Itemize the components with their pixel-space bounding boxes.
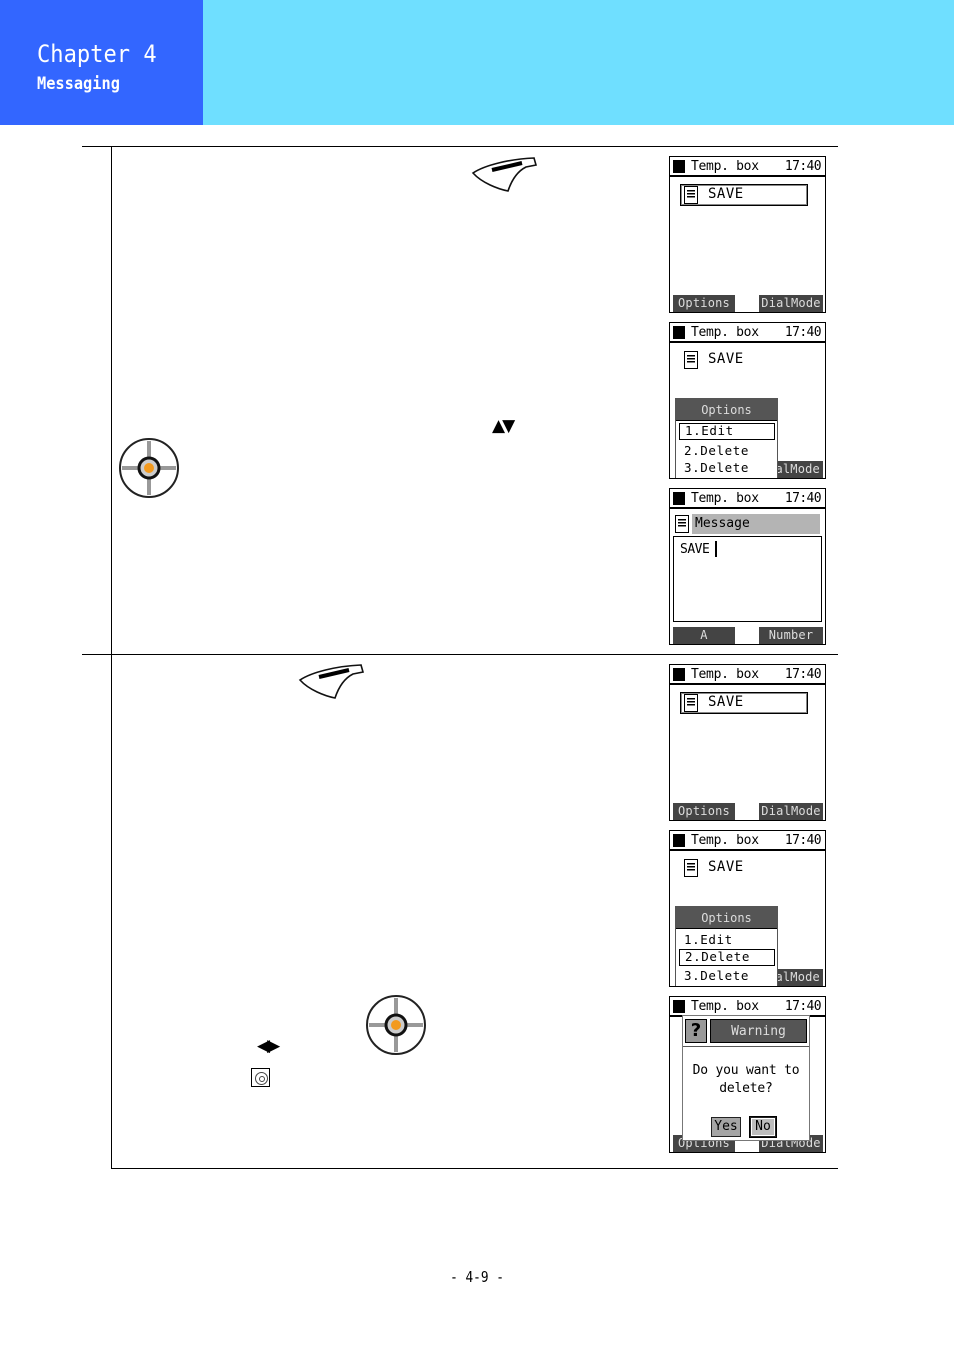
- signal-block-icon: [673, 326, 685, 339]
- end-call-key-icon: [471, 157, 538, 192]
- status-time: 17:40: [784, 325, 822, 340]
- warning-dialog: ? Warning Do you want to delete? Yes No: [682, 1015, 810, 1141]
- status-bar: Temp. box 17:40: [670, 665, 825, 685]
- document-icon: [684, 694, 698, 712]
- status-title: Temp. box: [691, 325, 759, 340]
- chapter-subtitle: Messaging: [37, 74, 120, 94]
- signal-block-icon: [673, 1000, 685, 1013]
- status-title: Temp. box: [691, 999, 759, 1014]
- signal-block-icon: [673, 160, 685, 173]
- question-icon: ?: [685, 1019, 707, 1043]
- status-bar: Temp. box 17:40: [670, 157, 825, 177]
- status-bar: Temp. box 17:40: [670, 323, 825, 343]
- phone-screen-message-editor: Temp. box 17:40 Message SAVE A Number: [669, 488, 826, 645]
- message-field-label: Message: [692, 514, 820, 534]
- message-title: SAVE: [708, 694, 744, 710]
- phone-screen-delete-warning: Temp. box 17:40 Options DialMode ? Warni…: [669, 996, 826, 1153]
- status-time: 17:40: [784, 999, 822, 1014]
- message-text: SAVE: [680, 542, 710, 557]
- status-time: 17:40: [784, 667, 822, 682]
- message-title: SAVE: [708, 351, 744, 367]
- left-right-arrows-icon: ◀▶: [257, 1036, 280, 1056]
- table-bottom-border: [111, 1168, 838, 1169]
- end-call-key-icon: [298, 664, 365, 699]
- options-menu-title: Options: [676, 399, 777, 421]
- options-menu: Options 1.Edit 2.Delete 3.Delete all: [675, 398, 778, 478]
- softkey-options[interactable]: Options: [673, 295, 735, 312]
- text-cursor: [715, 541, 717, 557]
- document-icon: [684, 351, 698, 369]
- message-title: SAVE: [708, 859, 744, 875]
- phone-screen-options-menu: Temp. box 17:40 SAVE alMode Options 1.Ed…: [669, 830, 826, 987]
- table-row-divider: [82, 654, 838, 655]
- status-time: 17:40: [784, 159, 822, 174]
- ok-key-icon: [251, 1068, 270, 1087]
- status-title: Temp. box: [691, 491, 759, 506]
- message-list-item[interactable]: SAVE: [680, 184, 808, 206]
- menu-item-delete-all[interactable]: 3.Delete all: [679, 967, 775, 986]
- message-text-input[interactable]: SAVE: [673, 536, 822, 622]
- document-icon: [684, 186, 698, 204]
- phone-screen-temp-box: Temp. box 17:40 SAVE Options DialMode: [669, 156, 826, 313]
- status-bar: Temp. box 17:40: [670, 489, 825, 509]
- message-title: SAVE: [708, 186, 744, 202]
- warning-message-line2: delete?: [719, 1081, 773, 1096]
- softkey-dialmode[interactable]: DialMode: [759, 295, 823, 312]
- softkey-number[interactable]: Number: [759, 627, 823, 644]
- message-list-item[interactable]: SAVE: [680, 692, 808, 714]
- chapter-title: Chapter 4: [37, 40, 157, 68]
- warning-title: Warning: [710, 1019, 807, 1043]
- up-down-arrows-icon: ▲▼: [492, 416, 515, 436]
- warning-message-line1: Do you want to: [692, 1063, 800, 1078]
- document-icon: [684, 859, 698, 877]
- menu-item-delete-all[interactable]: 3.Delete all: [679, 459, 775, 478]
- document-icon: [675, 515, 689, 533]
- status-bar: Temp. box 17:40: [670, 997, 825, 1017]
- navigation-key-icon: [119, 438, 179, 498]
- menu-item-edit[interactable]: 1.Edit: [679, 931, 775, 948]
- no-button[interactable]: No: [750, 1117, 776, 1137]
- phone-screen-temp-box: Temp. box 17:40 SAVE Options DialMode: [669, 664, 826, 821]
- status-title: Temp. box: [691, 833, 759, 848]
- status-time: 17:40: [784, 491, 822, 506]
- navigation-key-icon: [366, 995, 426, 1055]
- menu-item-delete[interactable]: 2.Delete: [679, 949, 775, 966]
- options-menu-title: Options: [676, 907, 777, 929]
- softkey-options[interactable]: Options: [673, 803, 735, 820]
- status-bar: Temp. box 17:40: [670, 831, 825, 851]
- softkey-input-mode[interactable]: A: [673, 627, 735, 644]
- warning-message: Do you want to delete?: [683, 1062, 809, 1098]
- signal-block-icon: [673, 668, 685, 681]
- menu-item-edit[interactable]: 1.Edit: [679, 423, 775, 440]
- page-number: - 4-9 -: [450, 1268, 504, 1286]
- status-title: Temp. box: [691, 667, 759, 682]
- table-top-border: [82, 146, 838, 147]
- dialog-divider: [683, 1046, 809, 1047]
- signal-block-icon: [673, 492, 685, 505]
- softkey-dialmode[interactable]: DialMode: [759, 803, 823, 820]
- yes-button[interactable]: Yes: [711, 1117, 741, 1137]
- status-time: 17:40: [784, 833, 822, 848]
- chapter-box: Chapter 4 Messaging: [0, 0, 203, 125]
- menu-item-delete[interactable]: 2.Delete: [679, 442, 775, 459]
- signal-block-icon: [673, 834, 685, 847]
- status-title: Temp. box: [691, 159, 759, 174]
- table-column-divider: [111, 146, 112, 1169]
- phone-screen-options-menu: Temp. box 17:40 SAVE alMode Options 1.Ed…: [669, 322, 826, 479]
- options-menu: Options 1.Edit 2.Delete 3.Delete all: [675, 906, 778, 986]
